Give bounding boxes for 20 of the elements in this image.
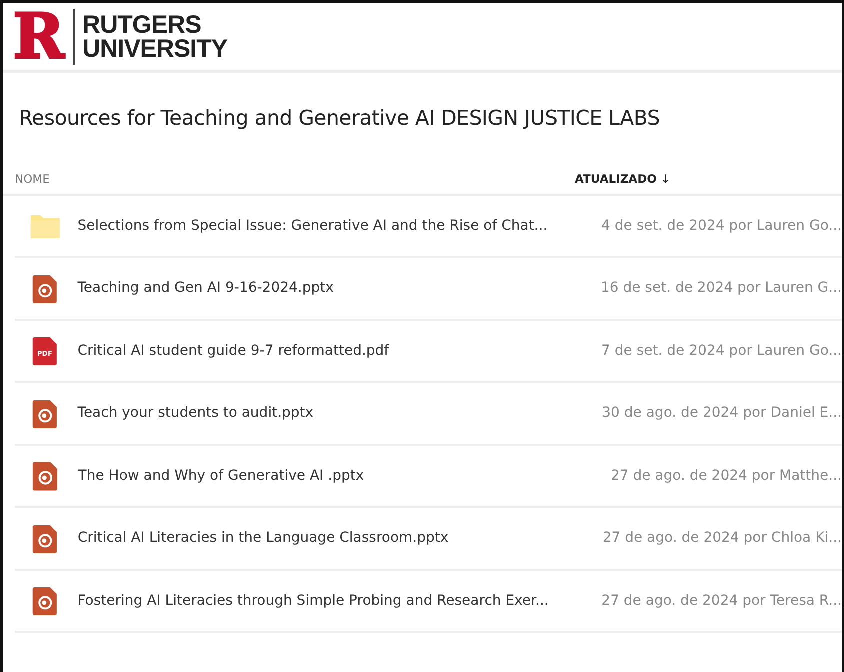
column-header[interactable]: NOME: [3, 171, 575, 188]
updated-text: 27 de ago. de 2024 por Chloa Ki...: [602, 529, 842, 548]
file-name-link[interactable]: Teach your students to audit.pptx: [62, 403, 602, 424]
file-name-link[interactable]: Selections from Special Issue: Generative AI and the Rise of Chat...: [62, 216, 602, 236]
file-name-link[interactable]: Critical AI Literacies in the Language Classroom.pptx: [62, 528, 603, 549]
file-name-link[interactable]: The How and Why of Generative AI .pptx: [62, 466, 611, 486]
updated-text: 16 de set. de 2024 por Lauren G...: [600, 279, 842, 298]
university-name-line: RUTGERS: [82, 12, 202, 36]
updated-text: 27 de ago. de 2024 por Teresa R...: [602, 592, 842, 610]
column-header[interactable]: ATUALIZADO ↓: [575, 171, 671, 188]
university-name-line: UNIVERSITY: [82, 36, 228, 60]
file-name-link[interactable]: Fostering AI Literacies through Simple Probing and Research Exer...: [62, 590, 602, 612]
updated-text: 27 de ago. de 2024 por Matthe...: [610, 466, 842, 486]
file-name-link[interactable]: Teaching and Gen AI 9-16-2024.pptx: [62, 278, 601, 299]
updated-text: 30 de ago. de 2024 por Daniel E...: [602, 404, 842, 423]
folder-title: Resources for Teaching and Generative AI DESIGN JUSTICE LABS: [19, 105, 661, 132]
logo-letter[interactable]: R: [13, 6, 63, 68]
file-name-link[interactable]: Critical AI student guide 9-7 reformatted.pdf: [62, 340, 602, 362]
updated-text: 7 de set. de 2024 por Lauren Go...: [602, 342, 842, 360]
updated-text: 4 de set. de 2024 por Lauren Go...: [602, 216, 842, 236]
